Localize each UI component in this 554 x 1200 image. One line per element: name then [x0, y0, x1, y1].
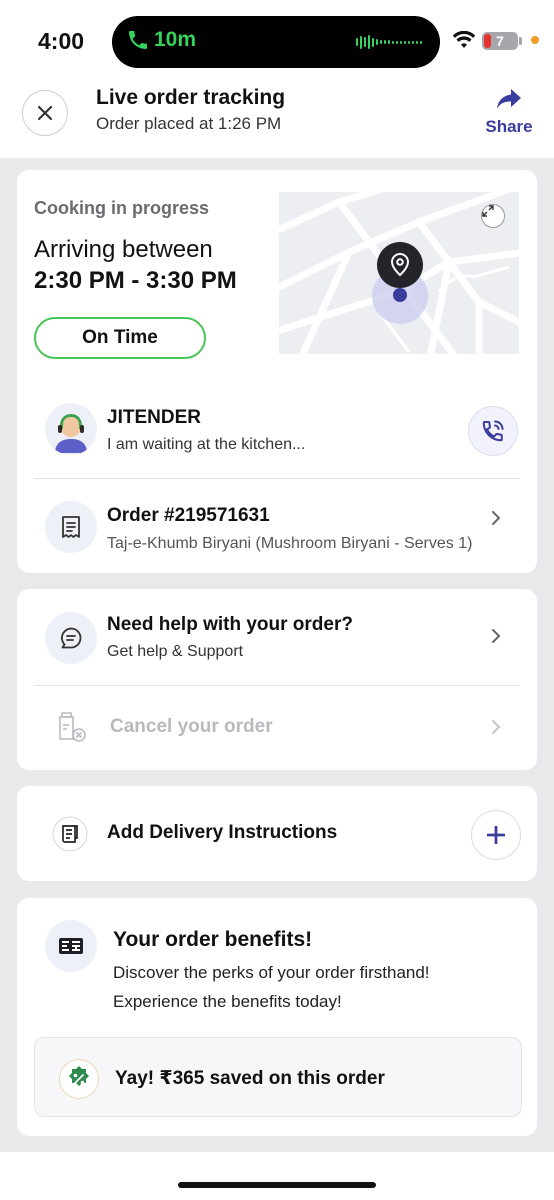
bottom-bar	[0, 1152, 554, 1200]
benefits-line-1: Discover the perks of your order firstha…	[113, 963, 430, 982]
share-button[interactable]: Share	[484, 88, 534, 137]
arriving-label: Arriving between	[34, 236, 213, 263]
cancel-order-row[interactable]: Cancel your order	[17, 707, 537, 747]
order-items: Taj-e-Khumb Biryani (Mushroom Biryani - …	[107, 535, 473, 552]
order-status-text: Cooking in progress	[34, 198, 210, 218]
expand-map-button[interactable]	[481, 204, 505, 228]
delivery-instructions-card[interactable]: Add Delivery Instructions	[17, 786, 537, 881]
order-number: Order #219571631	[107, 505, 270, 526]
status-bar: 4:00 10m 7	[0, 0, 554, 84]
help-card: Need help with your order? Get help & Su…	[17, 589, 537, 770]
cancel-order-label: Cancel your order	[110, 716, 273, 737]
benefits-title: Your order benefits!	[113, 928, 313, 951]
expand-icon	[482, 205, 494, 217]
call-rider-button[interactable]	[468, 406, 518, 456]
location-pin-icon	[372, 242, 428, 324]
on-time-badge: On Time	[34, 317, 206, 359]
order-details-row[interactable]: Order #219571631 Taj-e-Khumb Biryani (Mu…	[17, 500, 537, 556]
discount-badge-holder	[59, 1059, 99, 1099]
benefits-logo-icon	[59, 938, 83, 954]
chevron-right-icon	[492, 629, 501, 643]
arrival-window: 2:30 PM - 3:30 PM	[34, 267, 237, 294]
microphone-indicator-dot	[531, 36, 539, 44]
dynamic-island[interactable]: 10m	[112, 16, 440, 68]
benefits-description: Discover the perks of your order firstha…	[113, 958, 430, 1016]
savings-banner: Yay! ₹365 saved on this order	[34, 1037, 522, 1117]
battery-tip	[519, 37, 522, 45]
battery-level: 7	[496, 33, 504, 49]
audio-waveform-icon	[356, 34, 422, 50]
close-button[interactable]	[22, 90, 68, 136]
discount-badge-icon	[69, 1066, 89, 1086]
rider-name: JITENDER	[107, 407, 201, 428]
add-instructions-button[interactable]	[471, 810, 521, 860]
call-duration: 10m	[154, 28, 197, 51]
wifi-icon	[452, 30, 476, 48]
phone-icon	[129, 31, 147, 49]
chat-help-icon	[61, 627, 82, 649]
page-title: Live order tracking	[96, 86, 286, 109]
benefits-logo-holder	[45, 920, 97, 972]
savings-text: Yay! ₹365 saved on this order	[115, 1068, 385, 1089]
order-status-card: Cooking in progress Arriving between 2:3…	[17, 170, 537, 573]
delivery-rider-icon	[55, 414, 87, 453]
receipt-icon-holder	[45, 501, 97, 553]
phone-icon	[482, 420, 504, 442]
cancel-order-icon	[59, 712, 86, 742]
delivery-instructions-label: Add Delivery Instructions	[107, 822, 338, 843]
page-header: Live order tracking Order placed at 1:26…	[0, 84, 554, 158]
rider-row: JITENDER I am waiting at the kitchen...	[17, 400, 537, 460]
close-icon	[37, 105, 53, 121]
share-arrow-icon	[497, 89, 521, 109]
chevron-right-icon	[492, 511, 501, 525]
chevron-right-icon	[492, 720, 501, 734]
order-benefits-card: Your order benefits! Discover the perks …	[17, 898, 537, 1136]
chat-icon-holder	[45, 612, 97, 664]
divider	[34, 478, 520, 479]
rider-message: I am waiting at the kitchen...	[107, 436, 306, 453]
receipt-icon	[62, 516, 80, 538]
instructions-scroll-icon	[52, 816, 88, 852]
help-support-row[interactable]: Need help with your order? Get help & Su…	[17, 609, 537, 665]
battery-icon: 7	[482, 32, 518, 50]
share-label: Share	[485, 117, 533, 136]
help-subtitle: Get help & Support	[107, 643, 244, 660]
help-title: Need help with your order?	[107, 614, 353, 635]
benefits-line-2: Experience the benefits today!	[113, 992, 342, 1011]
status-time: 4:00	[38, 28, 85, 54]
tracking-map[interactable]	[279, 192, 519, 354]
plus-icon	[487, 826, 505, 844]
divider	[34, 685, 520, 686]
order-placed-time: Order placed at 1:26 PM	[96, 114, 282, 133]
rider-avatar	[45, 403, 97, 455]
ongoing-call-indicator: 10m	[126, 28, 196, 52]
home-indicator[interactable]	[178, 1182, 376, 1188]
